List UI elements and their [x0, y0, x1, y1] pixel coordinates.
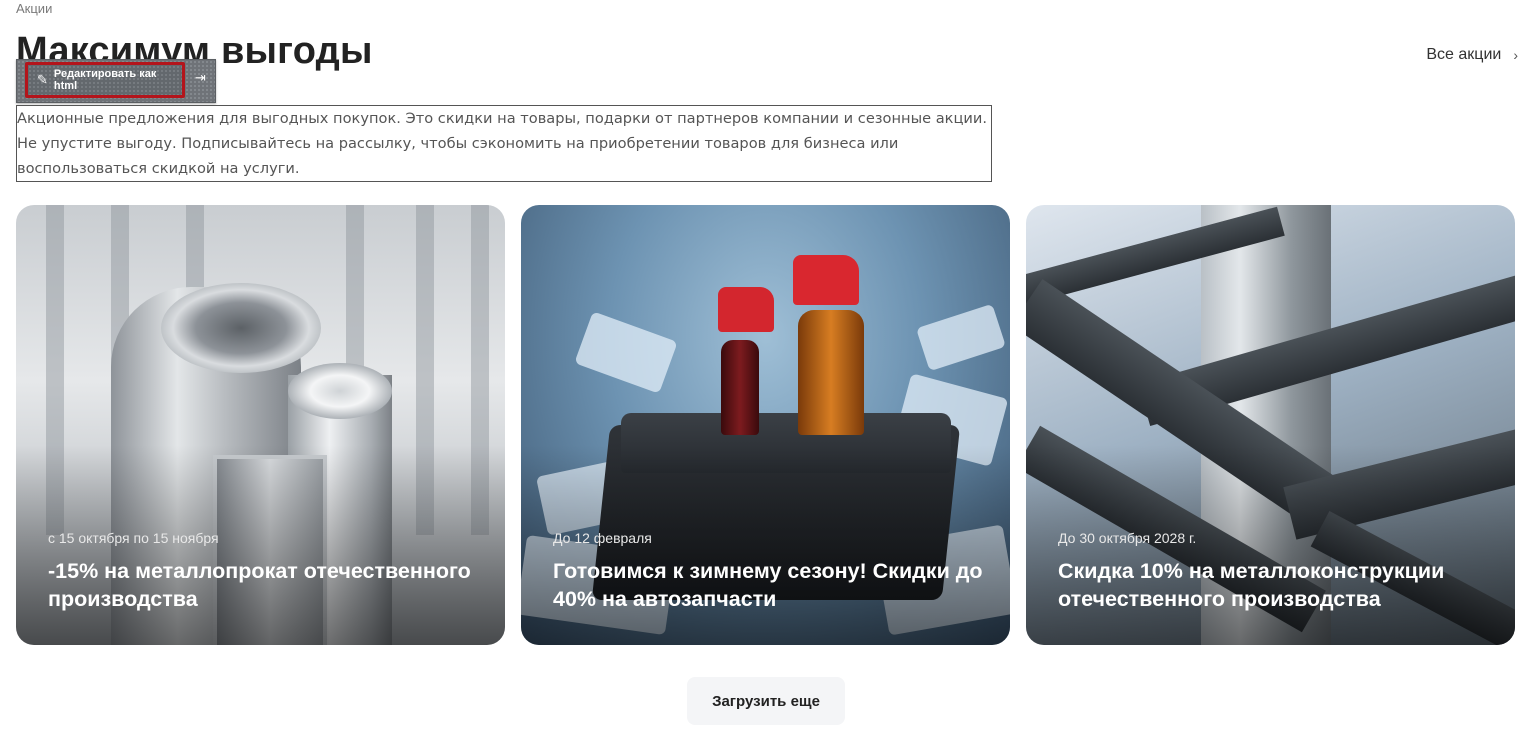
- all-promos-label: Все акции: [1426, 46, 1502, 63]
- promo-title: Готовимся к зимнему сезону! Скидки до 40…: [553, 559, 983, 611]
- promo-card[interactable]: До 12 февраля Готовимся к зимнему сезону…: [521, 205, 1010, 645]
- breadcrumb[interactable]: Акции: [16, 1, 52, 16]
- promo-card[interactable]: с 15 октября по 15 ноября -15% на металл…: [16, 205, 505, 645]
- pencil-icon: ✎: [37, 72, 48, 87]
- all-promos-link[interactable]: Все акции ›: [1426, 46, 1518, 64]
- promo-list: с 15 октября по 15 ноября -15% на металл…: [16, 205, 1515, 645]
- promo-title: Скидка 10% на металлоконструкции отечест…: [1058, 559, 1445, 611]
- edit-toolbar: ✎ Редактировать как html ⇥: [16, 59, 216, 103]
- promo-title: -15% на металлопрокат отечественного про…: [48, 559, 471, 611]
- promo-date: с 15 октября по 15 ноября: [48, 530, 219, 546]
- edit-as-html-button[interactable]: ✎ Редактировать как html: [25, 62, 185, 98]
- pin-icon[interactable]: ⇥: [195, 70, 206, 86]
- edit-as-html-label: Редактировать как html: [53, 68, 157, 92]
- load-more-button[interactable]: Загрузить еще: [687, 677, 845, 725]
- promo-card[interactable]: До 30 октября 2028 г. Скидка 10% на мета…: [1026, 205, 1515, 645]
- promo-date: До 12 февраля: [553, 530, 652, 546]
- intro-text[interactable]: Акционные предложения для выгодных покуп…: [16, 105, 992, 182]
- chevron-right-icon: ›: [1513, 47, 1518, 63]
- promo-date: До 30 октября 2028 г.: [1058, 530, 1197, 546]
